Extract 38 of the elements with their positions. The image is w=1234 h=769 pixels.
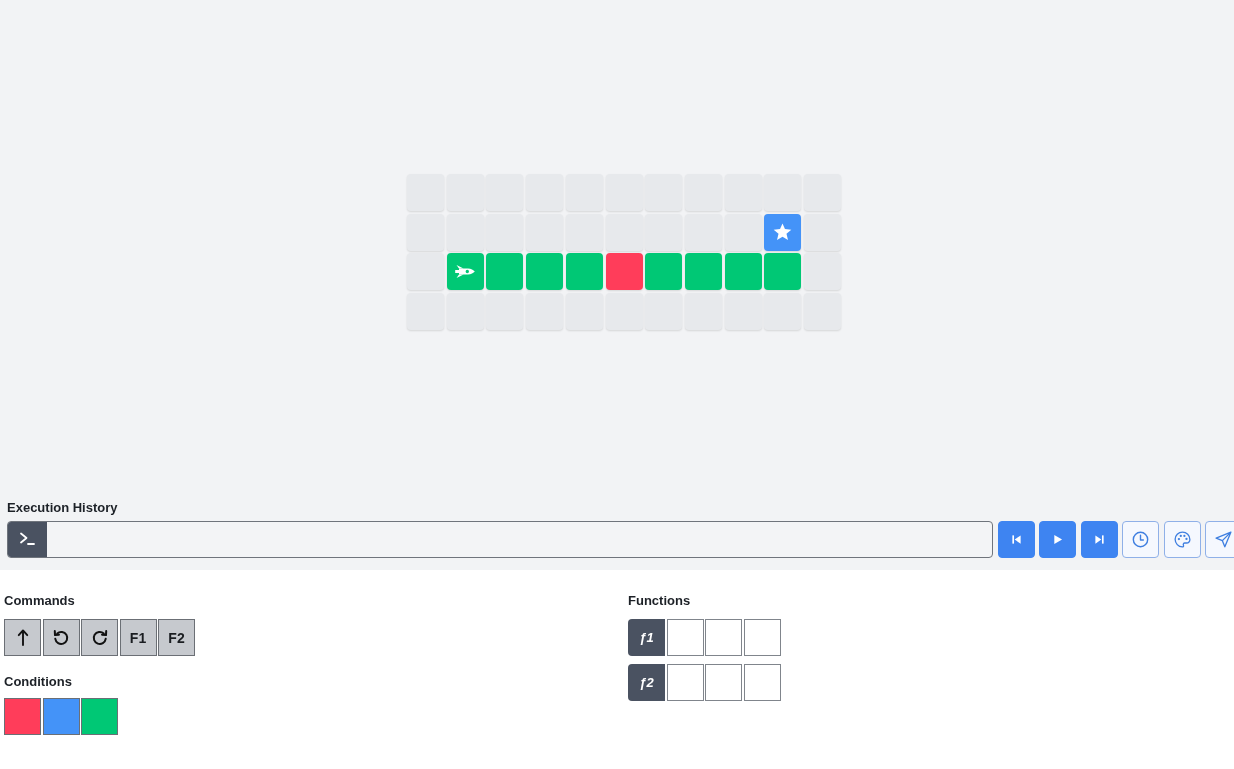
command-slot[interactable] — [666, 664, 704, 701]
paper-plane-icon — [1215, 531, 1232, 548]
forward-button[interactable] — [4, 619, 41, 656]
palette-icon — [1173, 531, 1191, 548]
command-slot[interactable] — [705, 664, 742, 701]
section-label: Conditions — [4, 674, 72, 690]
section-label: Execution History — [7, 500, 118, 516]
condition-swatch-icon[interactable] — [4, 698, 41, 735]
step-back-icon — [1010, 534, 1022, 545]
play-button[interactable] — [1039, 521, 1076, 558]
function-label: ƒ2 — [628, 664, 665, 701]
star-icon — [773, 223, 793, 242]
play-icon — [1052, 534, 1063, 545]
send-button[interactable] — [1205, 521, 1234, 558]
execution-history-field[interactable] — [7, 521, 993, 558]
command-slot[interactable] — [743, 619, 781, 656]
palette-button[interactable] — [1163, 521, 1201, 558]
clock-icon — [1132, 531, 1149, 548]
function-call-button[interactable]: F2 — [158, 619, 195, 656]
command-slot[interactable] — [743, 664, 781, 701]
rotate-left-icon — [53, 629, 69, 646]
command-slot[interactable] — [705, 619, 742, 656]
section-label: Functions — [628, 593, 691, 609]
history-button[interactable] — [1122, 521, 1159, 558]
terminal-icon — [8, 522, 47, 557]
turn-left-button[interactable] — [42, 619, 80, 656]
function-call-button[interactable]: F1 — [119, 619, 157, 656]
rotate-right-icon — [91, 629, 108, 646]
command-slot[interactable] — [666, 619, 704, 656]
step-forward-button[interactable] — [1080, 521, 1118, 558]
step-forward-icon — [1093, 534, 1105, 545]
condition-swatch-icon[interactable] — [81, 698, 118, 735]
step-back-button[interactable] — [997, 521, 1035, 558]
section-label: Commands — [4, 593, 75, 609]
turn-right-button[interactable] — [81, 619, 118, 656]
function-label: ƒ1 — [628, 619, 665, 656]
condition-swatch-icon[interactable] — [42, 698, 80, 735]
rocket-icon — [454, 265, 475, 279]
